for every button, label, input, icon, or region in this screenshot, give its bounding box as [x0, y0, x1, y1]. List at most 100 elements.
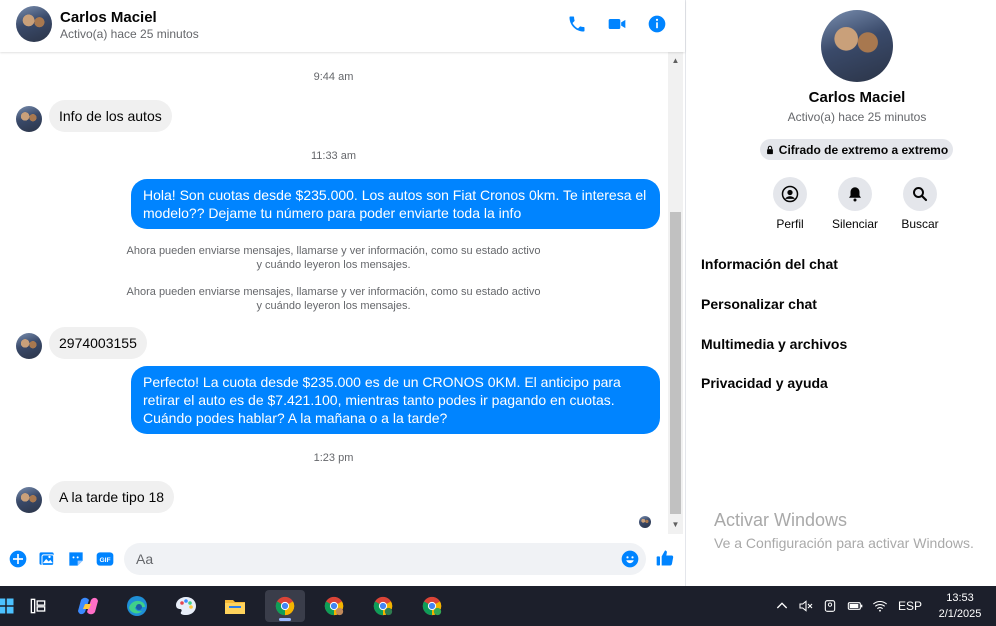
scroll-up-arrow-icon[interactable]: ▲: [668, 56, 683, 66]
gif-label: GIF: [99, 557, 110, 564]
bell-icon: [849, 187, 861, 202]
emoji-icon[interactable]: [620, 549, 640, 569]
input-language-indicator[interactable]: ESP: [898, 599, 922, 613]
message-composer: GIF: [0, 534, 685, 586]
outgoing-message-bubble[interactable]: Hola! Son cuotas desde $235.000. Los aut…: [131, 179, 660, 229]
mute-action-label: Silenciar: [831, 217, 879, 231]
panel-contact-status: Activo(a) hace 25 minutos: [787, 110, 927, 124]
system-notice-line: Ahora pueden enviarse mensajes, llamarse…: [126, 245, 541, 257]
contact-status: Activo(a) hace 25 minutos: [60, 27, 199, 41]
sender-avatar[interactable]: [16, 487, 42, 513]
chrome-browser-icon: [324, 596, 344, 616]
conversation-info-button[interactable]: [646, 13, 668, 35]
profile-action-label: Perfil: [776, 217, 804, 231]
read-receipt-avatar: [639, 516, 651, 528]
contact-name[interactable]: Carlos Maciel: [60, 9, 157, 26]
customize-chat-section[interactable]: Personalizar chat: [701, 296, 817, 312]
chat-info-section[interactable]: Información del chat: [701, 256, 838, 272]
taskbar-edge[interactable]: [117, 590, 157, 622]
privacy-support-section[interactable]: Privacidad y ayuda: [701, 375, 828, 391]
taskbar-chrome-profile-3[interactable]: [363, 590, 403, 622]
send-like-button[interactable]: [655, 548, 675, 568]
search-icon: [913, 187, 928, 202]
taskbar-file-explorer[interactable]: [215, 590, 255, 622]
image-icon: [39, 552, 55, 567]
info-icon: [648, 15, 666, 33]
video-call-button[interactable]: [606, 13, 628, 35]
system-notice-line: y cuándo leyeron los mensajes.: [256, 259, 411, 271]
windows-taskbar: ESP 13:53 2/1/2025: [0, 586, 996, 626]
activation-watermark-title: Activar Windows: [714, 510, 848, 530]
audio-call-button[interactable]: [566, 13, 588, 35]
sender-avatar[interactable]: [16, 106, 42, 132]
more-actions-button[interactable]: [8, 549, 28, 569]
chrome-browser-icon: [275, 596, 295, 616]
thumbs-up-icon: [656, 550, 674, 566]
media-files-section[interactable]: Multimedia y archivos: [701, 336, 847, 352]
taskbar-copilot[interactable]: [68, 590, 108, 622]
chrome-browser-icon: [422, 596, 442, 616]
system-notice: Ahora pueden enviarse mensajes, llamarse…: [0, 244, 667, 272]
sticker-button[interactable]: [66, 549, 86, 569]
taskbar-chrome-active[interactable]: [265, 590, 305, 622]
message-input[interactable]: [136, 549, 606, 569]
folder-icon: [225, 600, 245, 614]
screen: Carlos Maciel Activo(a) hace 25 minutos …: [0, 0, 996, 626]
mute-action-button[interactable]: [838, 177, 872, 211]
message-timestamp: 9:44 am: [313, 71, 354, 83]
system-notice: Ahora pueden enviarse mensajes, llamarse…: [0, 285, 667, 313]
encryption-label: Cifrado de extremo a extremo: [778, 142, 949, 157]
taskbar-task-view[interactable]: [18, 590, 58, 622]
chevron-up-icon[interactable]: [774, 598, 790, 614]
sender-avatar[interactable]: [16, 333, 42, 359]
search-action-button[interactable]: [903, 177, 937, 211]
message-input-container: [124, 543, 646, 575]
plus-circle-icon: [9, 550, 27, 568]
chrome-browser-icon: [373, 596, 393, 616]
edge-browser-icon: [127, 596, 147, 616]
system-tray: ESP: [774, 586, 922, 626]
incoming-message-bubble[interactable]: 2974003155: [49, 327, 147, 359]
message-timestamp: 11:33 am: [310, 150, 357, 162]
phone-icon: [569, 16, 585, 32]
taskbar-chrome-profile-4[interactable]: [412, 590, 452, 622]
speaker-muted-icon[interactable]: [798, 598, 814, 614]
windows-logo-icon: [0, 598, 14, 614]
incoming-message-bubble[interactable]: Info de los autos: [49, 100, 172, 132]
message-timestamp: 1:23 pm: [313, 452, 354, 464]
outgoing-message-bubble[interactable]: Perfecto! La cuota desde $235.000 es de …: [131, 366, 660, 434]
clock-date: 2/1/2025: [938, 608, 982, 620]
chat-column: Carlos Maciel Activo(a) hace 25 minutos …: [0, 0, 686, 586]
profile-action-button[interactable]: [773, 177, 807, 211]
activation-watermark-subtitle: Ve a Configuración para activar Windows.: [714, 535, 974, 551]
taskbar-paint[interactable]: [166, 590, 206, 622]
chat-header: Carlos Maciel Activo(a) hace 25 minutos: [0, 0, 685, 52]
copilot-icon: [78, 597, 98, 615]
taskbar-chrome-profile-2[interactable]: [314, 590, 354, 622]
camera-privacy-icon[interactable]: [822, 598, 838, 614]
attach-photo-button[interactable]: [37, 549, 57, 569]
encryption-badge[interactable]: Cifrado de extremo a extremo: [760, 139, 953, 160]
search-action[interactable]: Buscar: [885, 177, 955, 231]
search-action-label: Buscar: [901, 217, 939, 231]
profile-action[interactable]: Perfil: [755, 177, 825, 231]
gif-icon: GIF: [96, 552, 114, 566]
battery-icon[interactable]: [846, 598, 864, 614]
message-list[interactable]: 9:44 am Info de los autos 11:33 am Hola!…: [0, 52, 667, 534]
scrollbar-thumb[interactable]: [670, 212, 681, 514]
message-scrollbar[interactable]: ▲ ▼: [668, 52, 683, 534]
lock-icon: [766, 145, 773, 154]
scroll-down-arrow-icon[interactable]: ▼: [668, 520, 683, 530]
contact-avatar[interactable]: [16, 6, 52, 42]
wifi-icon[interactable]: [872, 598, 888, 614]
sticker-icon: [69, 552, 83, 566]
incoming-message-bubble[interactable]: A la tarde tipo 18: [49, 481, 175, 513]
mute-action[interactable]: Silenciar: [820, 177, 890, 231]
contact-profile-photo[interactable]: [821, 10, 893, 82]
clock-time: 13:53: [946, 592, 974, 604]
conversation-details-panel: Carlos Maciel Activo(a) hace 25 minutos …: [686, 0, 996, 586]
paint-palette-icon: [176, 597, 196, 615]
taskbar-clock[interactable]: 13:53 2/1/2025: [930, 590, 990, 622]
gif-button[interactable]: GIF: [95, 549, 115, 569]
task-view-icon: [30, 598, 46, 614]
